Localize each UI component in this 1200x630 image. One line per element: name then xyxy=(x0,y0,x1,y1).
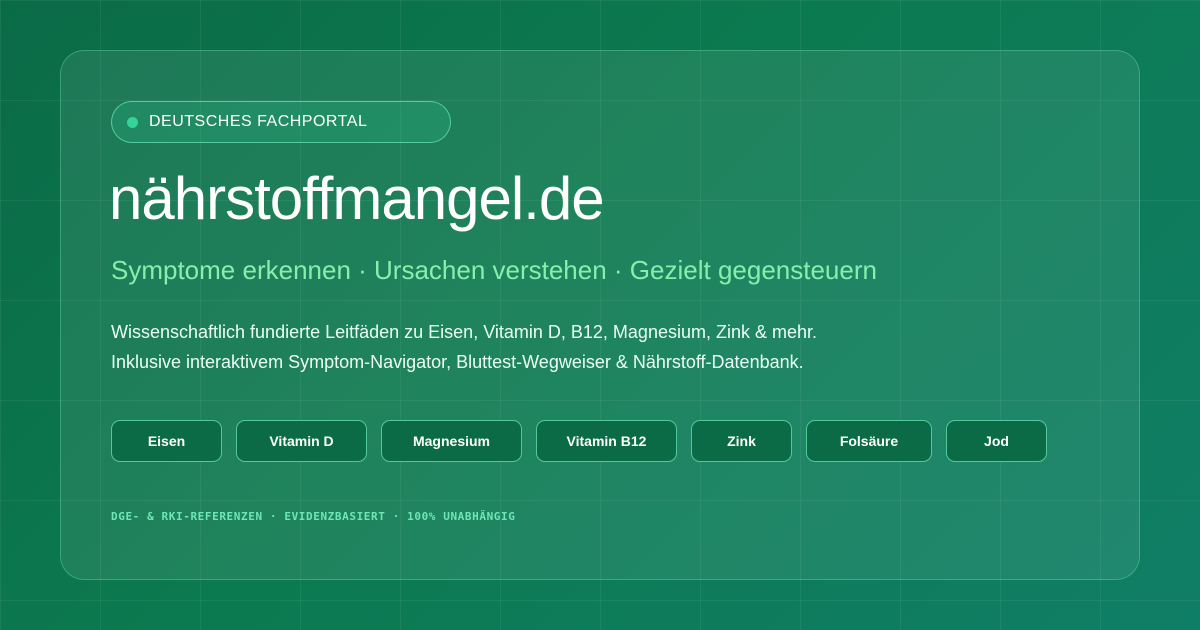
description-line: Inklusive interaktivem Symptom-Navigator… xyxy=(111,352,804,372)
tag-zink[interactable]: Zink xyxy=(691,420,792,462)
tag-jod[interactable]: Jod xyxy=(946,420,1047,462)
tagline: Symptome erkennen · Ursachen verstehen ·… xyxy=(111,255,877,285)
site-title: nährstoffmangel.de xyxy=(109,165,605,232)
hero-card: DEUTSCHES FACHPORTAL nährstoffmangel.de … xyxy=(60,50,1140,580)
trust-footer: DGE- & RKI-REFERENZEN · EVIDENZBASIERT ·… xyxy=(111,510,516,523)
badge-label: DEUTSCHES FACHPORTAL xyxy=(149,113,368,130)
tag-eisen[interactable]: Eisen xyxy=(111,420,222,462)
description: Wissenschaftlich fundierte Leitfäden zu … xyxy=(111,317,817,377)
tag-vitamin-d[interactable]: Vitamin D xyxy=(236,420,367,462)
tag-folsaeure[interactable]: Folsäure xyxy=(806,420,932,462)
status-dot-icon xyxy=(127,116,138,128)
description-line: Wissenschaftlich fundierte Leitfäden zu … xyxy=(111,322,817,342)
portal-badge: DEUTSCHES FACHPORTAL xyxy=(111,101,451,143)
tag-vitamin-b12[interactable]: Vitamin B12 xyxy=(536,420,677,462)
tag-magnesium[interactable]: Magnesium xyxy=(381,420,522,462)
